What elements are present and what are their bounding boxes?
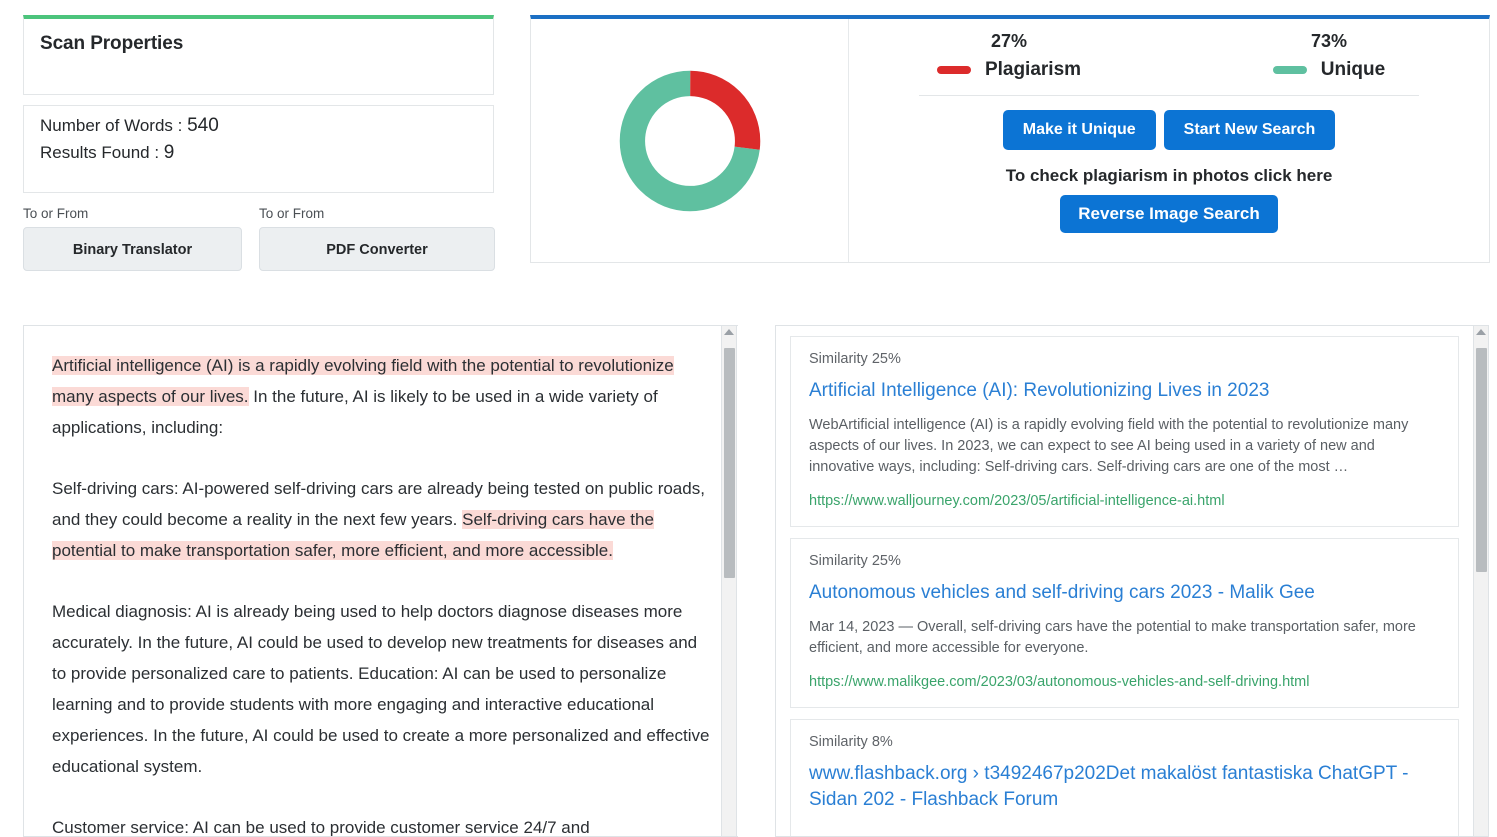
plagiarism-percent: 27% [990, 31, 1028, 51]
pdf-converter-button[interactable]: PDF Converter [259, 227, 495, 271]
reverse-image-search-button[interactable]: Reverse Image Search [1060, 195, 1278, 233]
search-result-card: Similarity 25% Artificial Intelligence (A… [790, 336, 1459, 527]
matched-sources-list: Similarity 25% Artificial Intelligence (A… [776, 326, 1473, 836]
unique-swatch-icon [1272, 66, 1307, 74]
plagiarism-checker-results-page: Scan Properties Number of Words : 540 Re… [0, 0, 1497, 837]
tool-label-binary-translator: To or From [23, 206, 89, 221]
scan-properties-title: Scan Properties [40, 33, 184, 54]
legend-item-plagiarism: 27% Plagiarism [849, 31, 1169, 81]
result-snippet: Mar 14, 2023 — Overall, self-driving car… [809, 619, 1416, 656]
scroll-up-arrow-icon[interactable] [724, 329, 734, 335]
matched-sources-panel: Similarity 25% Artificial Intelligence (A… [775, 325, 1473, 837]
unique-percent: 73% [1310, 31, 1348, 51]
document-paragraph: Medical diagnosis: AI is already being u… [52, 596, 710, 782]
tool-label-pdf-converter: To or From [259, 206, 325, 221]
search-result-card: Similarity 25% Autonomous vehicles and se… [790, 538, 1459, 708]
legend-item-unique: 73% Unique [1169, 31, 1489, 81]
results-scrollbar[interactable] [1473, 325, 1489, 837]
result-title-link[interactable]: Artificial Intelligence (AI): Revolution… [809, 378, 1440, 404]
results-found-value: 9 [163, 142, 175, 163]
scrollbar-thumb[interactable] [724, 348, 735, 578]
make-it-unique-button[interactable]: Make it Unique [1002, 110, 1156, 150]
scanned-document-panel: Artificial intelligence (AI) is a rapidl… [23, 325, 738, 837]
word-count-label: Number of Words : [40, 116, 183, 135]
result-snippet: WebArtificial intelligence (AI) is a rap… [809, 417, 1409, 475]
search-result-card: Similarity 8% www.flashback.org › t349246… [790, 719, 1459, 836]
binary-translator-button[interactable]: Binary Translator [23, 227, 242, 271]
word-count-value: 540 [187, 115, 219, 136]
similarity-badge: Similarity 25% [809, 351, 901, 367]
scroll-up-arrow-icon[interactable] [1476, 329, 1486, 335]
scrollbar-thumb[interactable] [1476, 348, 1487, 572]
document-text-run: Medical diagnosis: AI is already being u… [52, 602, 710, 776]
similarity-badge: Similarity 8% [809, 734, 893, 750]
similarity-badge: Similarity 25% [809, 553, 901, 569]
chart-legend: 27% Plagiarism 73% Unique [849, 31, 1489, 81]
tool-shortcut-binary-translator: To or From Binary Translator [23, 206, 242, 271]
results-found-label: Results Found : [40, 143, 160, 162]
result-title-link[interactable]: Autonomous vehicles and self-driving car… [809, 580, 1440, 606]
summary-right-pane: 27% Plagiarism 73% Unique Make it Unique [849, 19, 1489, 262]
photo-plagiarism-note: To check plagiarism in photos click here [1005, 166, 1333, 185]
scan-stats-card: Number of Words : 540 Results Found : 9 [23, 105, 494, 193]
result-url-link[interactable]: https://www.malikgee.com/2023/03/autonom… [809, 674, 1309, 690]
word-count-row: Number of Words : 540 [40, 116, 493, 135]
document-paragraph: Self-driving cars: AI-powered self-drivi… [52, 473, 710, 566]
document-paragraph: Customer service: AI can be used to prov… [52, 812, 710, 837]
plagiarism-donut-chart [619, 70, 760, 211]
results-found-row: Results Found : 9 [40, 143, 493, 162]
scan-summary-card: 27% Plagiarism 73% Unique Make it Unique [530, 15, 1490, 263]
document-text-run: Customer service: AI can be used to prov… [52, 818, 590, 837]
donut-chart-pane [531, 19, 849, 262]
scan-properties-card: Scan Properties [23, 15, 494, 95]
unique-label: Unique [1320, 59, 1386, 80]
primary-actions: Make it Unique Start New Search [849, 110, 1489, 150]
document-paragraph: Artificial intelligence (AI) is a rapidl… [52, 350, 710, 443]
tool-shortcut-pdf-converter: To or From PDF Converter [259, 206, 495, 271]
document-scrollbar[interactable] [721, 325, 737, 837]
scanned-document-text: Artificial intelligence (AI) is a rapidl… [24, 326, 738, 837]
legend-divider [919, 95, 1419, 96]
result-url-link[interactable]: https://www.walljourney.com/2023/05/arti… [809, 493, 1225, 509]
plagiarism-swatch-icon [936, 66, 971, 74]
reverse-image-search-wrap: Reverse Image Search [849, 195, 1489, 233]
result-title-link[interactable]: www.flashback.org › t3492467p202Det maka… [809, 761, 1440, 813]
start-new-search-button[interactable]: Start New Search [1163, 110, 1336, 150]
plagiarism-label: Plagiarism [984, 59, 1082, 80]
